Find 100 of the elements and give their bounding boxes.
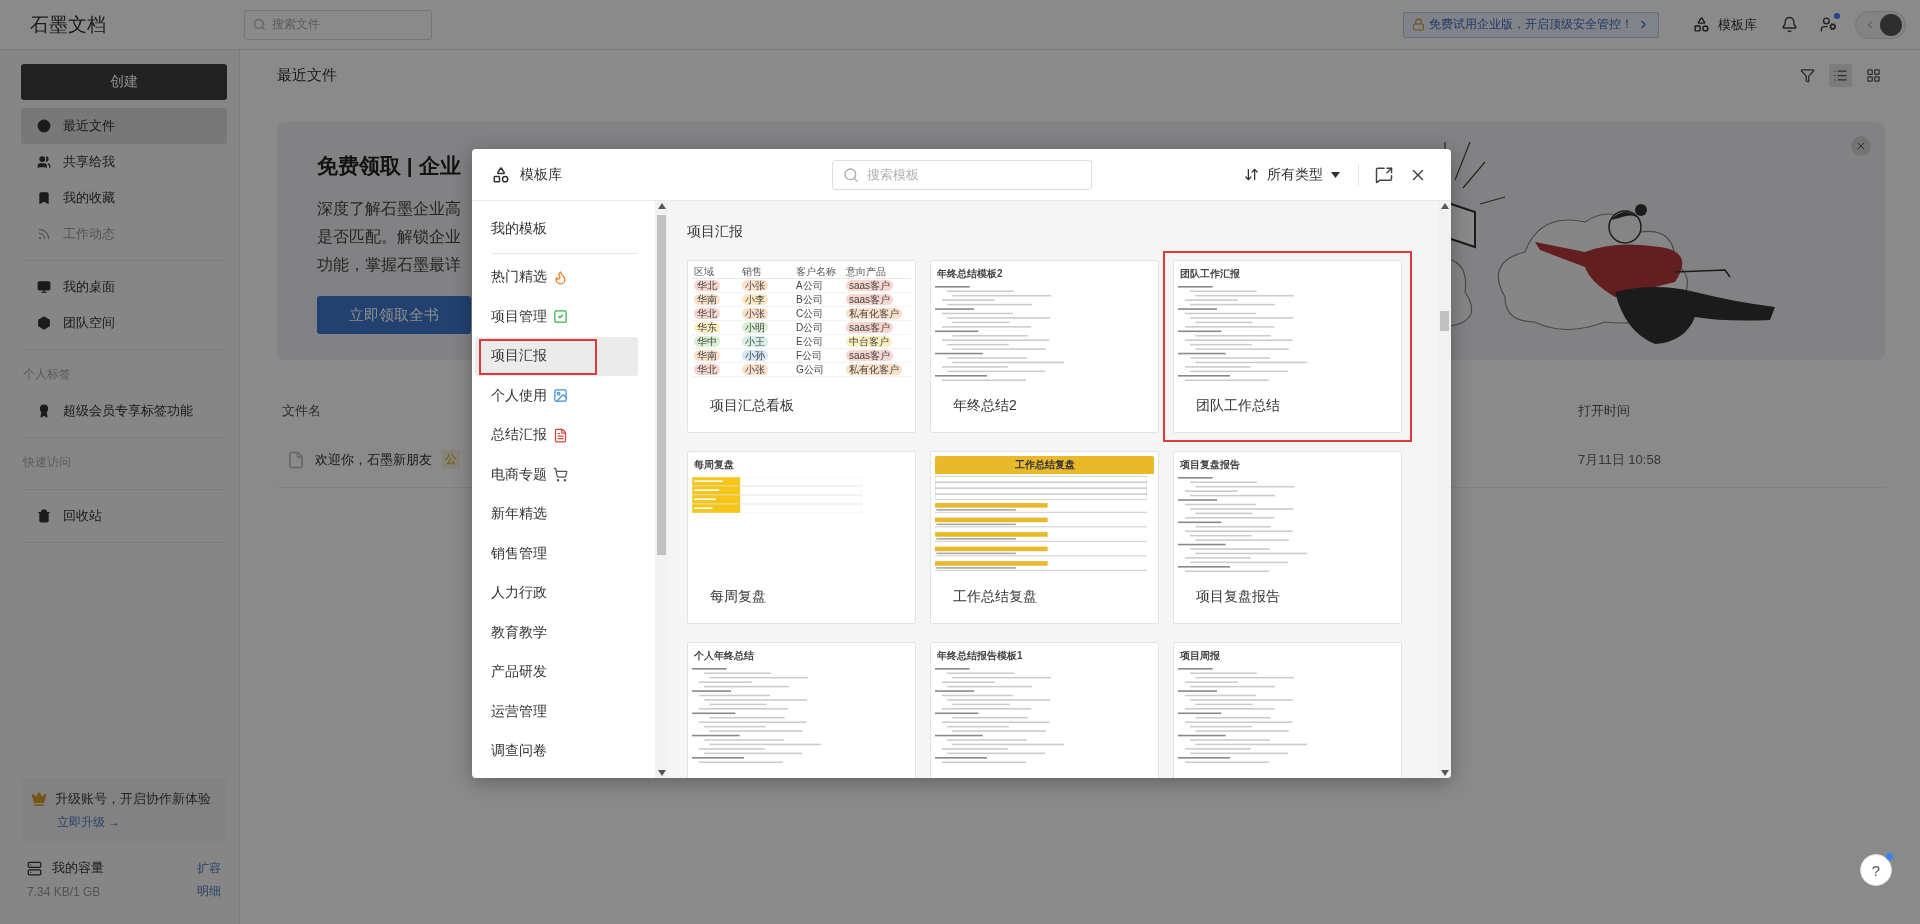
file-icon xyxy=(287,450,305,469)
scroll-up-icon[interactable] xyxy=(1440,203,1449,209)
category-item[interactable]: 电商专题 xyxy=(475,455,638,495)
close-icon xyxy=(1855,140,1867,152)
rss-icon xyxy=(37,227,51,241)
trash-icon xyxy=(37,509,51,523)
preview-heading: 工作总结复盘 xyxy=(935,456,1154,474)
category-item[interactable]: 新年精选 xyxy=(475,494,638,534)
template-title: 项目复盘报告 xyxy=(1195,587,1281,606)
preview-cell: F公司 xyxy=(796,350,823,361)
preview-tag: 私有化客户 xyxy=(846,308,902,319)
box-icon xyxy=(37,316,51,330)
account-menu[interactable] xyxy=(1855,10,1906,39)
open-time: 7月11日 10:58 xyxy=(1578,450,1662,469)
lock-icon xyxy=(1412,18,1425,31)
file-name[interactable]: 欢迎你，石墨新朋友 xyxy=(315,450,432,469)
banner-text: 深度了解石墨企业高 xyxy=(317,199,462,219)
scrollbar[interactable] xyxy=(655,201,668,778)
scrollbar-thumb[interactable] xyxy=(657,215,666,555)
preview-cell: A公司 xyxy=(796,280,823,291)
template-card[interactable]: 团队工作汇报 团队工作总结 xyxy=(1173,260,1402,433)
preview-tag: 华南 xyxy=(694,350,720,361)
category-item[interactable]: 热门精选 xyxy=(475,257,638,297)
page-title: 最近文件 xyxy=(277,65,338,85)
preview-heading: 每周复盘 xyxy=(693,458,735,472)
monitor-icon xyxy=(37,280,51,294)
template-title: 项目汇总看板 xyxy=(709,396,795,415)
picture-icon xyxy=(553,388,568,404)
checkbox-icon xyxy=(553,309,568,325)
category-item[interactable]: 项目管理 xyxy=(475,297,638,337)
category-item[interactable]: 教育教学 xyxy=(475,613,638,653)
sidebar-item[interactable]: 超级会员专享标签功能 xyxy=(21,393,227,429)
storage-label: 我的容量 xyxy=(52,859,104,877)
template-card[interactable]: 项目周报 xyxy=(1173,642,1402,778)
template-card[interactable]: 年终总结模板2 年终总结2 xyxy=(930,260,1159,433)
sidebar-item[interactable]: 我的收藏 xyxy=(21,180,227,216)
column-header: 文件名 xyxy=(282,402,321,420)
badge-icon xyxy=(37,404,51,418)
user-gear-icon xyxy=(1820,16,1837,33)
preview-tag: 小王 xyxy=(742,336,768,347)
preview-tag: 华北 xyxy=(694,364,720,375)
category-item[interactable]: 调查问卷 xyxy=(475,731,638,771)
template-card[interactable]: 个人年终总结 xyxy=(687,642,916,778)
help-button[interactable]: ? xyxy=(1860,854,1892,886)
banner-title: 免费领取 | 企业 xyxy=(317,153,462,179)
create-button[interactable]: 创建 xyxy=(21,64,227,100)
preview-heading: 项目周报 xyxy=(1179,649,1221,663)
template-title: 年终总结2 xyxy=(952,396,1018,415)
sidebar-item[interactable]: 团队空间 xyxy=(21,305,227,341)
scroll-up-icon[interactable] xyxy=(657,203,666,209)
preview-heading: 年终总结模板2 xyxy=(936,267,1004,281)
scroll-down-icon[interactable] xyxy=(657,770,666,776)
preview-cell: G公司 xyxy=(796,364,824,375)
column-header: 打开时间 xyxy=(1578,402,1631,420)
preview-heading: 团队工作汇报 xyxy=(1179,267,1241,281)
template-library-link[interactable]: 模板库 xyxy=(1687,14,1763,35)
preview-tag: 华北 xyxy=(694,308,720,319)
section-title: 项目汇报 xyxy=(687,223,744,241)
sidebar-item[interactable]: 我的桌面 xyxy=(21,269,227,305)
list-view-button[interactable] xyxy=(1829,63,1852,87)
sidebar-item[interactable]: 共享给我 xyxy=(21,144,227,180)
template-card[interactable]: 每周复盘 每周复盘 xyxy=(687,451,916,624)
upgrade-text: 升级账号，开启协作新体验 xyxy=(55,790,211,808)
search-icon xyxy=(843,166,859,183)
preview-cell: D公司 xyxy=(796,322,824,333)
preview-tag: 中台客户 xyxy=(846,336,892,347)
sidebar-item[interactable]: 最近文件 xyxy=(21,108,227,144)
preview-cell: E公司 xyxy=(796,336,823,347)
sidebar-item[interactable]: 回收站 xyxy=(21,498,227,534)
dialog-title: 模板库 xyxy=(520,165,562,184)
preview-tag: 华东 xyxy=(694,322,720,333)
preview-tag: saas客户 xyxy=(846,294,894,305)
category-item[interactable]: 项目汇报 xyxy=(475,336,638,376)
avatar xyxy=(1880,13,1902,36)
category-item[interactable]: 总结汇报 xyxy=(475,415,638,455)
category-item[interactable]: 我的模板 xyxy=(475,209,638,249)
type-filter-dropdown[interactable]: 所有类型 xyxy=(1238,164,1346,185)
sort-icon xyxy=(1244,167,1259,182)
preview-tag: 华中 xyxy=(694,336,720,347)
template-card[interactable]: 区域 销售 客户名称 意向产品 华北 小张 A公司 saas客户 华南 小李 B公司 saas客户 华北 小张 C公司 私有化客户 华东 小明 D公司 saas客户 华中 小王 E公司 中台客户 华南 小孙 F公司 saas客户 华北 小张 G公司 私有化客户 项目汇总看板 xyxy=(687,260,916,433)
search-icon xyxy=(253,18,266,31)
app-logo[interactable]: 石墨文档 xyxy=(30,11,230,38)
cart-icon xyxy=(553,467,568,483)
scrollbar[interactable] xyxy=(1438,201,1451,778)
grid-icon xyxy=(1866,67,1881,83)
category-item[interactable]: 人力行政 xyxy=(475,573,638,613)
preview-tag: 小张 xyxy=(742,308,768,319)
template-card[interactable]: 工作总结复盘 工作总结复盘 xyxy=(930,451,1159,624)
template-card[interactable]: 项目复盘报告 项目复盘报告 xyxy=(1173,451,1402,624)
category-item[interactable]: 销售管理 xyxy=(475,534,638,574)
preview-column-header: 销售 xyxy=(740,265,794,279)
category-item[interactable]: 个人使用 xyxy=(475,376,638,416)
category-item[interactable]: 运营管理 xyxy=(475,692,638,732)
preview-cell: C公司 xyxy=(796,308,824,319)
category-item[interactable]: 产品研发 xyxy=(475,652,638,692)
template-card[interactable]: 年终总结报告模板1 xyxy=(930,642,1159,778)
scrollbar-thumb[interactable] xyxy=(1440,311,1449,331)
filter-icon xyxy=(1800,67,1815,83)
shapes-icon xyxy=(1693,16,1710,33)
scroll-down-icon[interactable] xyxy=(1440,770,1449,776)
